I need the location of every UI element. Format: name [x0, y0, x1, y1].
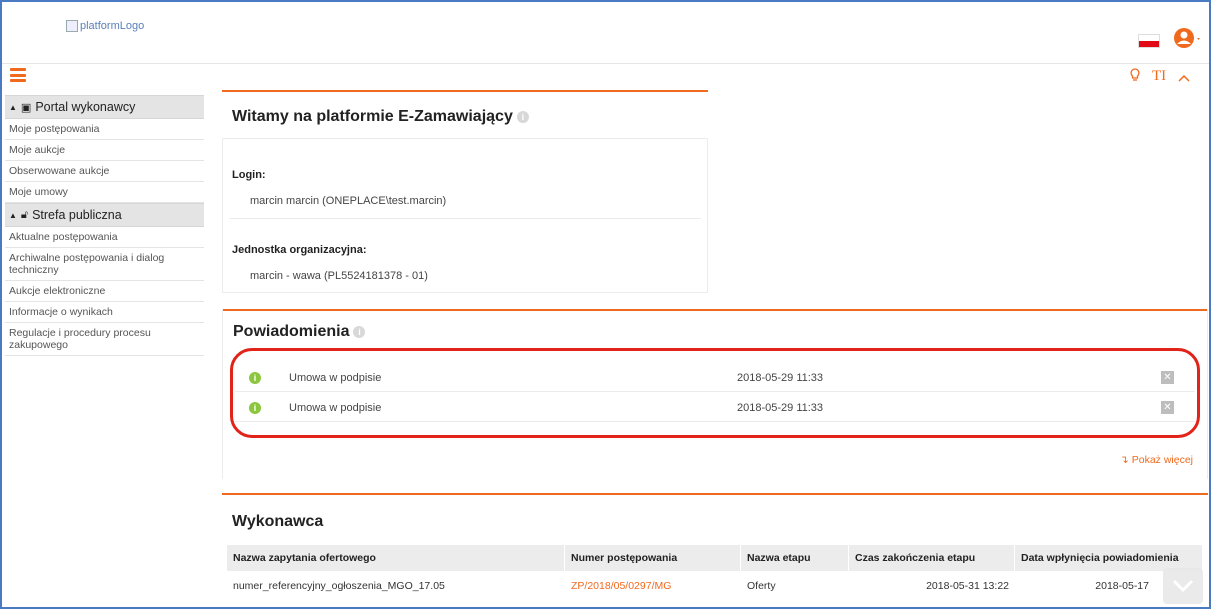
- sidebar-section-title: Portal wykonawcy: [35, 100, 136, 114]
- table-cell: Oferty: [747, 580, 776, 592]
- login-value: marcin marcin (ONEPLACE\test.marcin): [250, 195, 447, 207]
- table-row[interactable]: numer_referencyjny_ogłoszenia_MGO_17.05 …: [227, 571, 1203, 601]
- sidebar-section-title: Strefa publiczna: [32, 208, 122, 222]
- highlight-outline: [230, 348, 1200, 438]
- user-menu-icon[interactable]: [1172, 26, 1202, 52]
- scroll-down-button[interactable]: [1163, 568, 1203, 604]
- table-header-row: Nazwa zapytania ofertowego Numer postępo…: [227, 545, 1203, 571]
- column-header[interactable]: Numer postępowania: [565, 545, 741, 571]
- column-header[interactable]: Czas zakończenia etapu: [849, 545, 1015, 571]
- unit-value: marcin - wawa (PL5524181378 - 01): [250, 270, 428, 282]
- show-more-link[interactable]: ↴ Pokaż więcej: [1120, 454, 1193, 466]
- chevron-up-icon[interactable]: [1178, 69, 1190, 85]
- welcome-title: Witamy na platformie E-Zamawiający i: [222, 92, 708, 126]
- procedure-number-link[interactable]: ZP/2018/05/0297/MG: [565, 571, 741, 601]
- unlock-icon: 🔓︎: [20, 208, 29, 221]
- welcome-panel: Witamy na platformie E-Zamawiający i Logi…: [222, 90, 708, 293]
- column-header[interactable]: Nazwa zapytania ofertowego: [227, 545, 565, 571]
- chevron-down-icon: [1172, 579, 1194, 593]
- info-icon[interactable]: i: [516, 110, 529, 123]
- sidebar-section-portal[interactable]: ▲ ▣ Portal wykonawcy: [5, 95, 204, 119]
- broken-image-icon: [66, 20, 78, 32]
- monitor-icon: ▣: [20, 101, 32, 114]
- unit-label: Jednostka organizacyjna:: [232, 244, 367, 256]
- column-header[interactable]: Nazwa etapu: [741, 545, 849, 571]
- lightbulb-icon[interactable]: [1130, 68, 1140, 85]
- sidebar-item-archiwalne[interactable]: Archiwalne postępowania i dialog technic…: [5, 248, 204, 281]
- login-label: Login:: [232, 169, 266, 181]
- language-flag-pl[interactable]: [1138, 34, 1160, 48]
- sidebar-item-moje-umowy[interactable]: Moje umowy: [5, 182, 204, 203]
- hamburger-menu-icon[interactable]: [10, 68, 26, 82]
- sidebar: ▲ ▣ Portal wykonawcy Moje postępowania M…: [5, 95, 204, 356]
- top-header: platformLogo: [2, 2, 1209, 64]
- sidebar-item-moje-aukcje[interactable]: Moje aukcje: [5, 140, 204, 161]
- text-size-toggle[interactable]: TI: [1152, 68, 1166, 85]
- collapse-triangle-icon: ▲: [9, 210, 17, 220]
- sidebar-item-obserwowane-aukcje[interactable]: Obserwowane aukcje: [5, 161, 204, 182]
- executor-title: Wykonawca: [232, 513, 324, 530]
- sidebar-item-aktualne[interactable]: Aktualne postępowania: [5, 227, 204, 248]
- sidebar-item-informacje[interactable]: Informacje o wynikach: [5, 302, 204, 323]
- logo-alt-text: platformLogo: [80, 20, 145, 32]
- platform-logo[interactable]: platformLogo: [66, 20, 144, 32]
- info-icon[interactable]: i: [353, 325, 366, 338]
- executor-panel: Wykonawca Nazwa zapytania ofertowego Num…: [222, 493, 1208, 592]
- sidebar-section-public[interactable]: ▲ 🔓︎ Strefa publiczna: [5, 203, 204, 227]
- view-toolbar: TI: [1130, 68, 1190, 85]
- sidebar-item-aukcje-elektroniczne[interactable]: Aukcje elektroniczne: [5, 281, 204, 302]
- arrow-down-icon: ↴: [1120, 454, 1129, 466]
- user-info-box: Login: marcin marcin (ONEPLACE\test.marc…: [222, 138, 708, 293]
- sidebar-item-moje-postepowania[interactable]: Moje postępowania: [5, 119, 204, 140]
- collapse-triangle-icon: ▲: [9, 102, 17, 112]
- table-cell: numer_referencyjny_ogłoszenia_MGO_17.05: [233, 580, 445, 592]
- notifications-title: Powiadomienia i: [223, 311, 1207, 341]
- table-cell: 2018-05-31 13:22: [926, 580, 1009, 592]
- executor-table: Nazwa zapytania ofertowego Numer postępo…: [227, 545, 1203, 601]
- sidebar-item-regulacje[interactable]: Regulacje i procedury procesu zakupowego: [5, 323, 204, 356]
